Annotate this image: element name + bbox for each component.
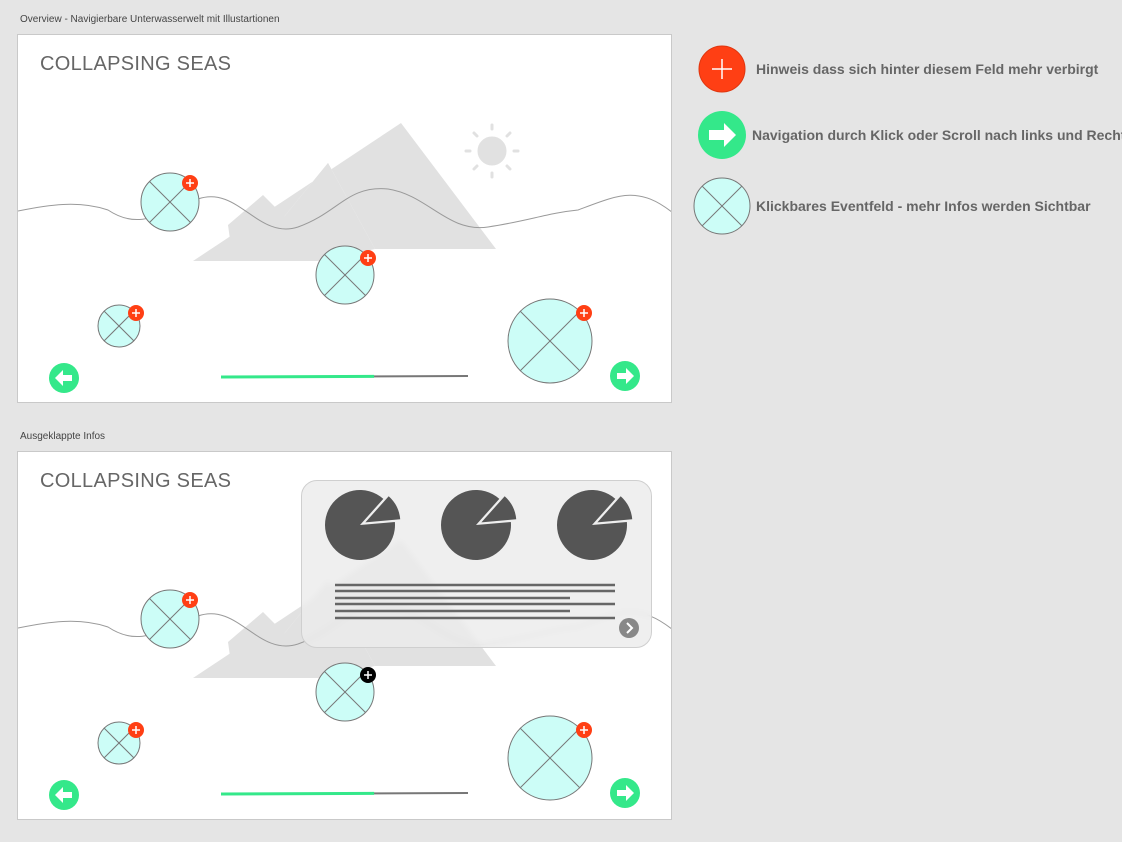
- plus-icon[interactable]: [360, 667, 376, 683]
- legend-icons: [693, 45, 751, 235]
- prev-button[interactable]: [49, 780, 79, 810]
- info-panel-content: [325, 490, 639, 638]
- next-button[interactable]: [610, 361, 640, 391]
- plus-icon[interactable]: [182, 592, 198, 608]
- pie-chart-group: [325, 490, 633, 560]
- event-field-active[interactable]: [315, 662, 376, 722]
- page-title: COLLAPSING SEAS: [40, 470, 232, 492]
- arrow-right-icon: [698, 111, 746, 159]
- plus-icon[interactable]: [576, 722, 592, 738]
- pie-chart-icon: [441, 490, 517, 560]
- page-title: COLLAPSING SEAS: [40, 53, 232, 75]
- pie-slice-main: [557, 490, 627, 560]
- pie-slice-main: [325, 490, 395, 560]
- info-panel[interactable]: [301, 480, 652, 648]
- plus-icon[interactable]: [182, 175, 198, 191]
- next-button[interactable]: [610, 778, 640, 808]
- chevron-right-icon[interactable]: [619, 618, 639, 638]
- artboard-label-expanded: Ausgeklappte Infos: [20, 431, 106, 442]
- pie-chart-icon: [325, 490, 401, 560]
- pie-slice-main: [441, 490, 511, 560]
- event-field[interactable]: [507, 715, 593, 801]
- prev-button[interactable]: [49, 363, 79, 393]
- legend-navigation-text: Navigation durch Klick oder Scroll nach …: [752, 127, 1122, 143]
- progress-bar[interactable]: [220, 374, 469, 379]
- mountain-illustration: [193, 123, 496, 261]
- plus-icon: [698, 45, 746, 93]
- event-field[interactable]: [140, 589, 200, 649]
- plus-icon[interactable]: [576, 305, 592, 321]
- event-field[interactable]: [97, 304, 144, 348]
- scene-overview: [18, 123, 671, 393]
- event-field-placeholder-icon: [693, 177, 751, 235]
- plus-icon[interactable]: [128, 722, 144, 738]
- event-field[interactable]: [97, 721, 144, 765]
- event-field[interactable]: [140, 172, 200, 232]
- sun-icon: [464, 123, 520, 179]
- artboard-overview: COLLAPSING SEAS: [17, 34, 672, 403]
- artboard-label-overview: Overview - Navigierbare Unterwasserwelt …: [20, 14, 280, 25]
- pie-chart-icon: [557, 490, 633, 560]
- plus-icon[interactable]: [360, 250, 376, 266]
- progress-bar[interactable]: [220, 791, 469, 796]
- legend-hint-text: Hinweis dass sich hinter diesem Feld meh…: [756, 61, 1099, 77]
- plus-icon[interactable]: [128, 305, 144, 321]
- event-field[interactable]: [507, 298, 593, 384]
- event-field[interactable]: [315, 245, 376, 305]
- text-placeholder-lines: [335, 583, 615, 620]
- legend-event-field-text: Klickbares Eventfeld - mehr Infos werden…: [756, 198, 1091, 214]
- artboard-expanded: COLLAPSING SEAS: [17, 451, 672, 820]
